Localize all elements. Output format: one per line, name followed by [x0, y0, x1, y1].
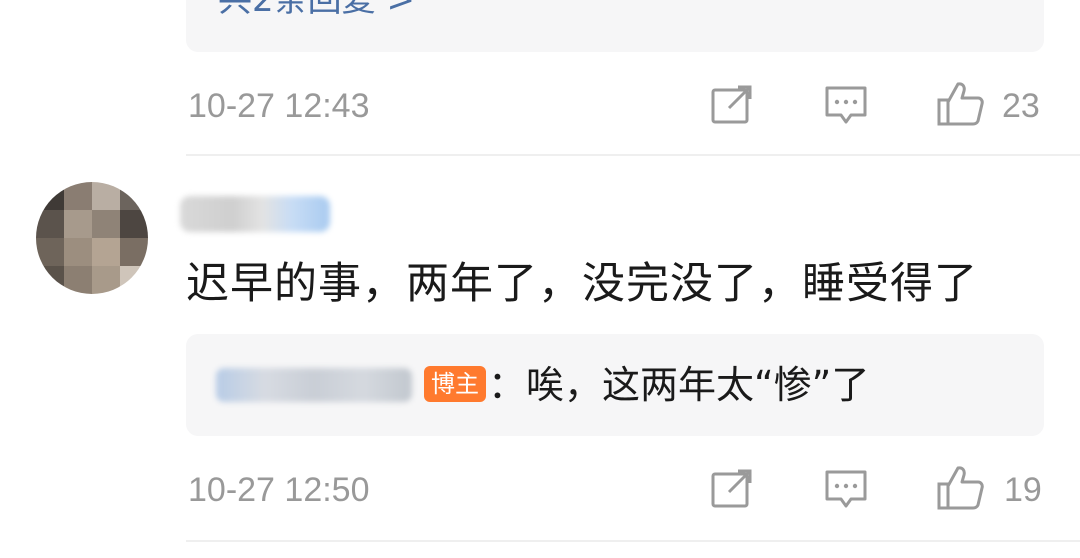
divider — [186, 540, 1080, 542]
reply-author[interactable] — [216, 368, 412, 402]
comment-timestamp: 10-27 12:43 — [188, 87, 370, 125]
comment-icon[interactable] — [824, 468, 868, 512]
avatar[interactable] — [36, 182, 148, 294]
username[interactable] — [180, 196, 330, 232]
comment-text: 迟早的事，两年了，没完没了，睡受得了 — [186, 259, 978, 309]
comment-timestamp: 10-27 12:50 — [188, 471, 370, 509]
divider — [186, 154, 1080, 156]
view-replies-link[interactable]: 共2条回复 > — [218, 0, 415, 20]
comment-icon[interactable] — [824, 84, 868, 128]
blogger-badge: 博主 — [424, 366, 486, 402]
thumbs-up-icon[interactable] — [936, 464, 986, 512]
thumbs-up-icon[interactable] — [936, 80, 986, 128]
like-count: 19 — [1004, 471, 1042, 509]
share-icon[interactable] — [710, 468, 754, 510]
share-icon[interactable] — [710, 84, 754, 126]
reply-text: ：唉，这两年太“惨”了 — [488, 363, 870, 407]
like-count: 23 — [1002, 87, 1040, 125]
